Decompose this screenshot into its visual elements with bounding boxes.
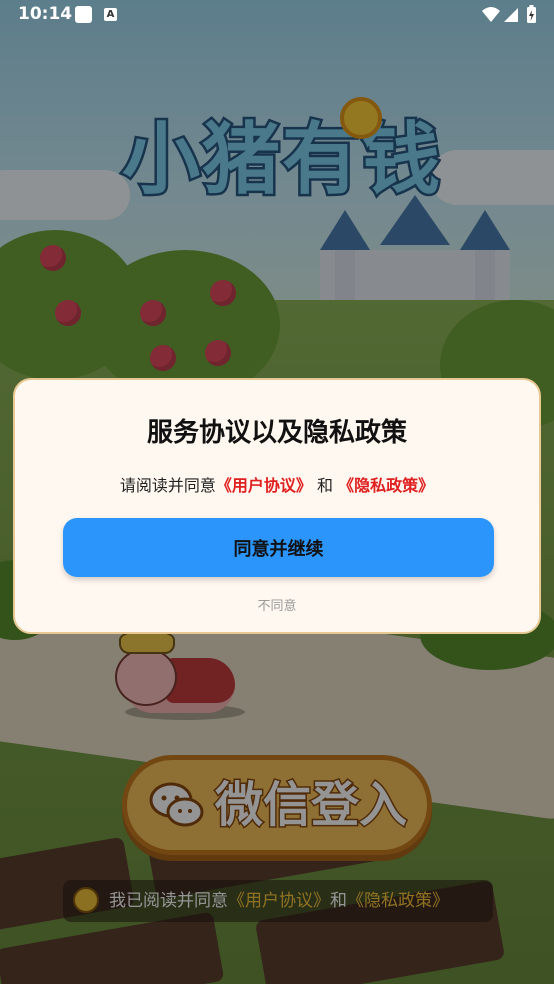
signal-icon [504,8,518,22]
status-icons [482,5,536,23]
decline-button[interactable]: 不同意 [15,595,539,614]
privacy-policy-link[interactable]: 《隐私政策》 [338,476,434,495]
dialog-msg-prefix: 请阅读并同意 [119,476,216,495]
user-agreement-link[interactable]: 《用户协议》 [216,476,312,495]
status-bar: 10:14 A [0,0,554,30]
dialog-title: 服务协议以及隐私政策 [146,418,407,448]
a-badge-icon: A [104,8,117,21]
privacy-policy-dialog: 服务协议以及隐私政策 请阅读并同意《用户协议》 和 《隐私政策》 同意并继续 不… [13,378,541,634]
dialog-message: 请阅读并同意《用户协议》 和 《隐私政策》 [15,472,539,496]
square-app-icon [75,6,92,23]
accept-continue-button[interactable]: 同意并继续 [63,518,494,577]
dialog-msg-and: 和 [311,476,339,495]
wifi-icon [482,7,500,22]
status-time: 10:14 [18,4,73,24]
